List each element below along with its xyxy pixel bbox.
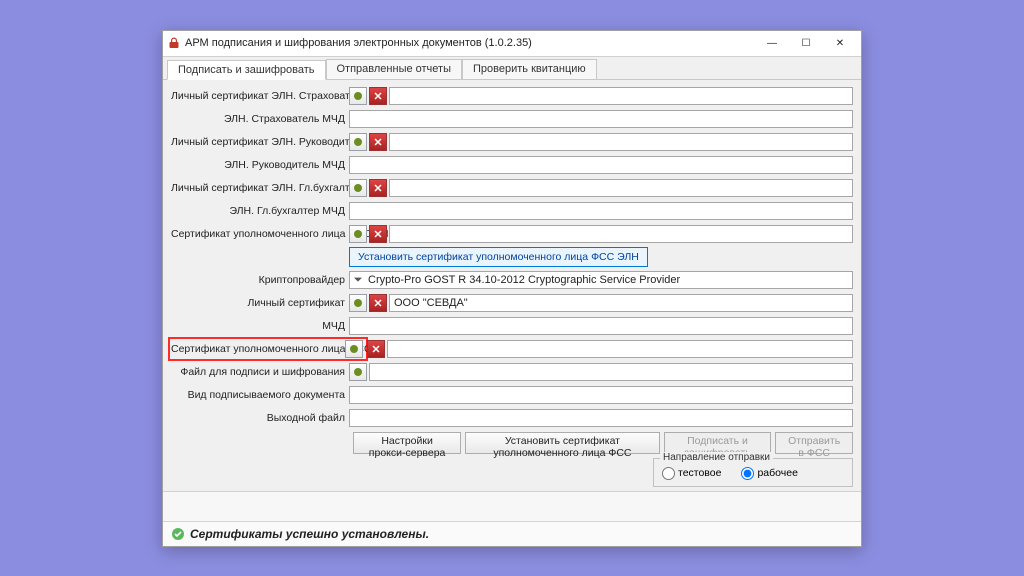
tab-sign-encrypt[interactable]: Подписать и зашифровать: [167, 60, 326, 80]
browse-icon[interactable]: [349, 87, 367, 105]
label-file-sign-encrypt: Файл для подписи и шифрования: [171, 366, 349, 378]
label-eln-cert-ruk: Личный сертификат ЭЛН. Руководитель: [171, 136, 349, 148]
input-eln-cert-ruk[interactable]: [389, 133, 853, 151]
clear-icon[interactable]: [369, 87, 387, 105]
browse-icon[interactable]: [349, 294, 367, 312]
lock-icon: [167, 36, 181, 50]
label-personal-cert: Личный сертификат: [171, 297, 349, 309]
proxy-settings-button[interactable]: Настройки прокси-сервера: [353, 432, 461, 454]
input-eln-strakh-mchd[interactable]: [349, 110, 853, 128]
input-eln-glbukh-mchd[interactable]: [349, 202, 853, 220]
radio-prod[interactable]: рабочее: [741, 467, 797, 480]
label-eln-cert-glbukh: Личный сертификат ЭЛН. Гл.бухгалтер: [171, 182, 349, 194]
titlebar: АРМ подписания и шифрования электронных …: [163, 31, 861, 57]
radio-test-input[interactable]: [662, 467, 675, 480]
label-eln-glbukh-mchd: ЭЛН. Гл.бухгалтер МЧД: [171, 205, 349, 217]
radio-prod-input[interactable]: [741, 467, 754, 480]
send-direction-group: Направление отправки тестовое рабочее: [653, 458, 853, 487]
label-output-file: Выходной файл: [171, 412, 349, 424]
status-bar: Сертификаты успешно установлены.: [163, 521, 861, 546]
input-doc-type[interactable]: [349, 386, 853, 404]
label-doc-type: Вид подписываемого документа: [171, 389, 349, 401]
browse-icon[interactable]: [345, 340, 363, 358]
input-fss-auth-cert[interactable]: [387, 340, 853, 358]
input-eln-cert-glbukh[interactable]: [389, 179, 853, 197]
browse-icon[interactable]: [349, 179, 367, 197]
window-controls: — ☐ ✕: [755, 32, 857, 54]
label-cryptoprovider: Криптопровайдер: [171, 274, 349, 286]
input-fss-auth-cert-eln[interactable]: [389, 225, 853, 243]
install-fss-eln-button[interactable]: Установить сертификат уполномоченного ли…: [349, 247, 648, 267]
browse-icon[interactable]: [349, 133, 367, 151]
tab-bar: Подписать и зашифровать Отправленные отч…: [163, 57, 861, 80]
radio-test[interactable]: тестовое: [662, 467, 721, 480]
maximize-button[interactable]: ☐: [789, 32, 823, 54]
input-eln-ruk-mchd[interactable]: [349, 156, 853, 174]
group-title: Направление отправки: [660, 452, 773, 463]
clear-icon[interactable]: [369, 225, 387, 243]
tab-check-receipt[interactable]: Проверить квитанцию: [462, 59, 597, 79]
install-fss-cert-button[interactable]: Установить сертификат уполномоченного ли…: [465, 432, 659, 454]
clear-icon[interactable]: [369, 179, 387, 197]
app-window: АРМ подписания и шифрования электронных …: [162, 30, 862, 547]
minimize-button[interactable]: —: [755, 32, 789, 54]
label-fss-auth-cert: Сертификат уполномоченного лица ФСС: [171, 343, 345, 355]
clear-icon[interactable]: [369, 133, 387, 151]
label-eln-ruk-mchd: ЭЛН. Руководитель МЧД: [171, 159, 349, 171]
spacer: [163, 491, 861, 521]
form-area: Личный сертификат ЭЛН. Страхователь ЭЛН.…: [163, 80, 861, 491]
input-personal-cert[interactable]: [389, 294, 853, 312]
input-eln-cert-strakh[interactable]: [389, 87, 853, 105]
input-output-file[interactable]: [349, 409, 853, 427]
label-fss-auth-cert-eln: Сертификат уполномоченного лица ФСС ЭЛН: [171, 228, 349, 240]
window-title: АРМ подписания и шифрования электронных …: [185, 37, 755, 49]
label-mchd: МЧД: [171, 320, 349, 332]
clear-icon[interactable]: [369, 294, 387, 312]
success-icon: [171, 527, 185, 541]
send-fss-button[interactable]: Отправить в ФСС: [775, 432, 853, 454]
status-text: Сертификаты успешно установлены.: [190, 527, 429, 541]
browse-icon[interactable]: [349, 363, 367, 381]
clear-icon[interactable]: [367, 340, 385, 358]
sign-encrypt-button[interactable]: Подписать и зашифровать: [664, 432, 772, 454]
label-eln-cert-strakh: Личный сертификат ЭЛН. Страхователь: [171, 90, 349, 102]
input-mchd[interactable]: [349, 317, 853, 335]
action-buttons: Настройки прокси-сервера Установить серт…: [353, 432, 853, 454]
browse-icon[interactable]: [349, 225, 367, 243]
input-file-sign-encrypt[interactable]: [369, 363, 853, 381]
close-button[interactable]: ✕: [823, 32, 857, 54]
tab-sent-reports[interactable]: Отправленные отчеты: [326, 59, 463, 79]
label-eln-strakh-mchd: ЭЛН. Страхователь МЧД: [171, 113, 349, 125]
select-cryptoprovider[interactable]: [349, 271, 853, 289]
